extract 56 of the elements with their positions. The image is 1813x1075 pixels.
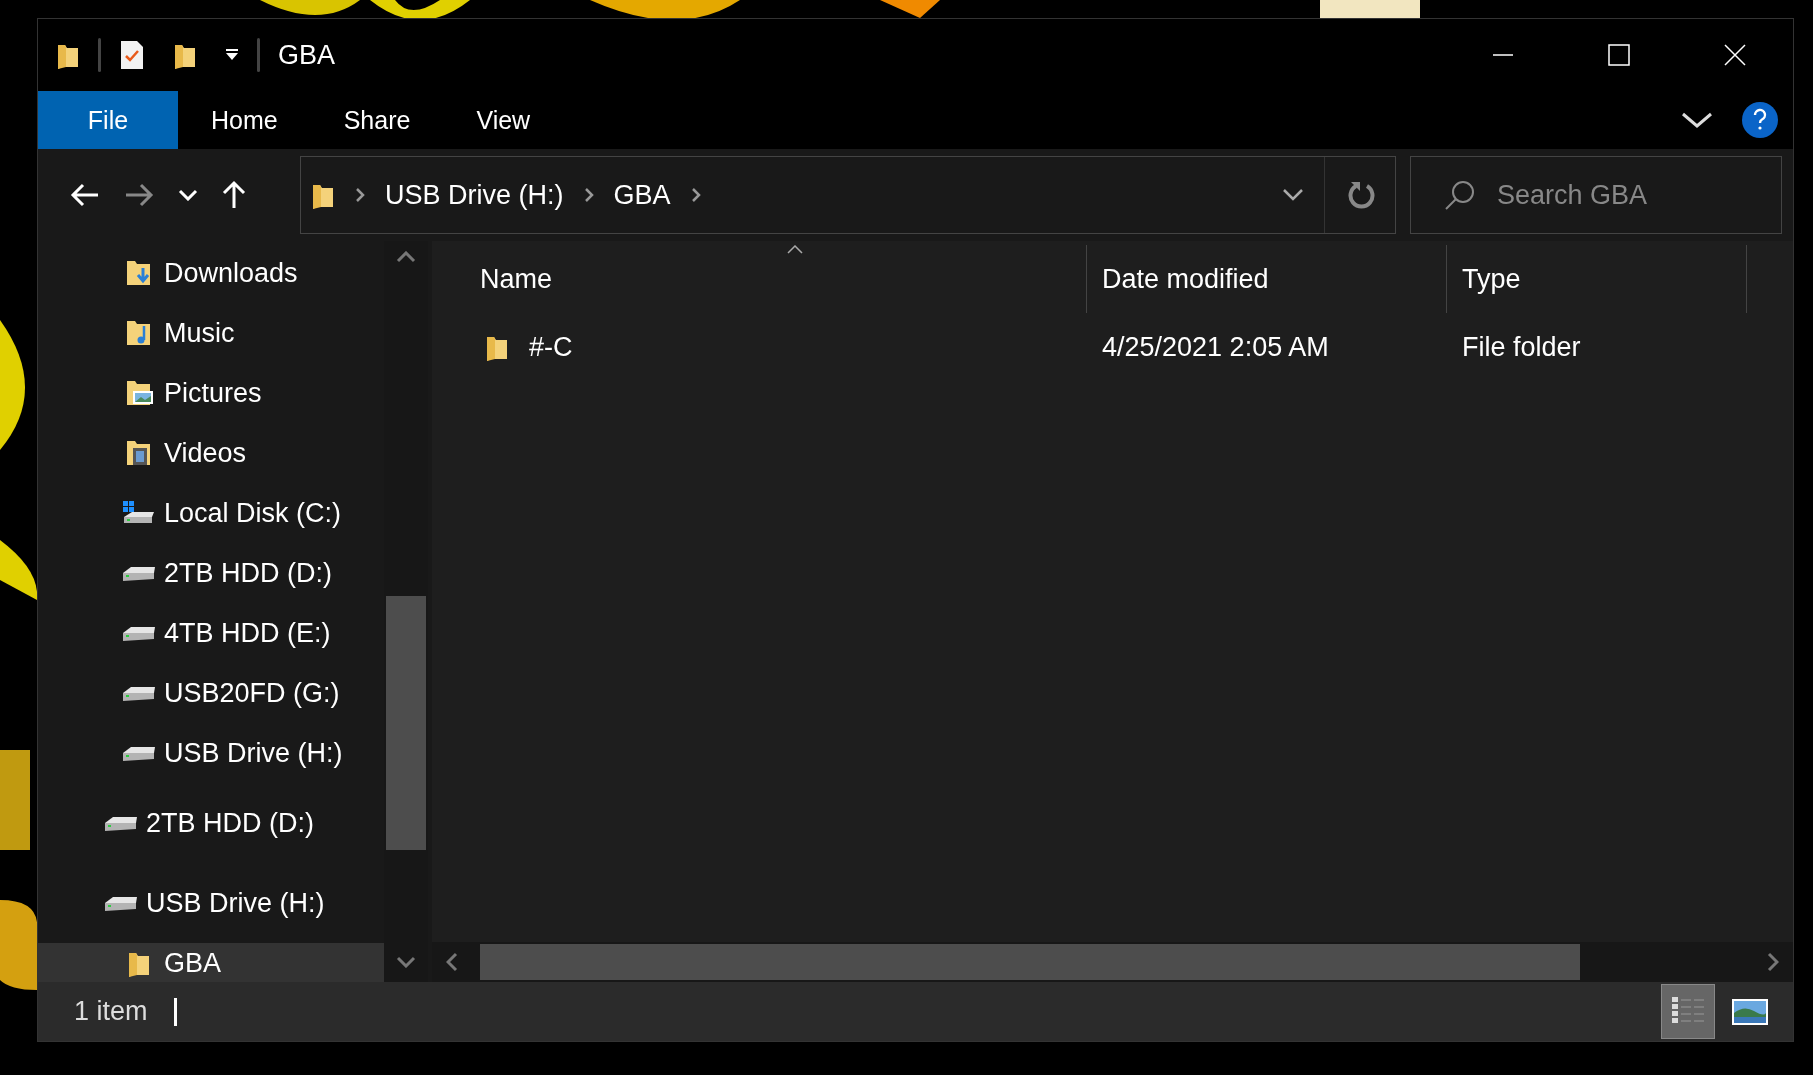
search-field[interactable]: Search GBA	[1410, 156, 1782, 234]
pictures-folder-icon	[124, 378, 154, 408]
minimize-icon	[1492, 54, 1514, 56]
scroll-right-icon[interactable]	[1767, 952, 1779, 972]
nav-item[interactable]: Downloads	[38, 243, 384, 303]
file-row[interactable]: #-C 4/25/2021 2:05 AM File folder	[432, 321, 1793, 373]
ribbon-tab[interactable]: View	[443, 91, 564, 149]
properties-icon[interactable]	[119, 40, 145, 70]
date-modified: 4/25/2021 2:05 AM	[1102, 331, 1329, 363]
sort-caret-icon	[787, 245, 803, 254]
file-name: #-C	[529, 331, 573, 363]
file-type: File folder	[1462, 331, 1581, 363]
nav-item[interactable]: Local Disk (C:)	[38, 483, 384, 543]
column-header[interactable]: Type	[1447, 245, 1747, 313]
ribbon-tab[interactable]: Share	[310, 91, 444, 149]
scroll-down-icon[interactable]	[396, 956, 416, 968]
nav-item[interactable]: USB Drive (H:)	[38, 863, 384, 943]
ribbon-tab[interactable]: Home	[178, 91, 311, 149]
file-menu-tab[interactable]: File	[38, 91, 178, 149]
horizontal-scrollbar[interactable]	[432, 942, 1793, 982]
nav-item[interactable]: 4TB HDD (E:)	[38, 603, 384, 663]
maximize-icon	[1608, 44, 1630, 66]
close-icon	[1724, 44, 1746, 66]
back-arrow-icon[interactable]	[70, 183, 100, 207]
chevron-right-icon[interactable]	[690, 187, 701, 203]
nav-item[interactable]: USB Drive (H:)	[38, 723, 384, 783]
item-count: 1 item	[73, 996, 148, 1027]
breadcrumb-link[interactable]: USB Drive (H:)	[385, 179, 564, 211]
nav-item[interactable]: 2TB HDD (D:)	[38, 783, 384, 863]
chevron-right-icon[interactable]	[355, 187, 365, 203]
scroll-up-icon[interactable]	[396, 251, 416, 263]
scrollbar-thumb[interactable]	[386, 596, 426, 850]
column-header[interactable]: Name	[432, 245, 1087, 313]
chevron-right-icon[interactable]	[583, 187, 594, 203]
nav-item[interactable]: Videos	[38, 423, 384, 483]
address-bar[interactable]: USB Drive (H:) GBA	[300, 156, 1396, 234]
landscape-picture-icon	[1731, 997, 1769, 1026]
scrollbar-thumb[interactable]	[480, 944, 1580, 980]
forward-arrow-icon[interactable]	[124, 183, 154, 207]
nav-item[interactable]: Music	[38, 303, 384, 363]
system-drive-icon	[122, 500, 156, 526]
window-title: GBA	[278, 39, 336, 71]
search-icon	[1444, 179, 1476, 211]
help-icon[interactable]	[1741, 101, 1779, 139]
nav-item[interactable]: 2TB HDD (D:)	[38, 543, 384, 603]
nav-item[interactable]: USB20FD (G:)	[38, 663, 384, 723]
chevron-down-icon[interactable]	[1282, 188, 1304, 202]
up-arrow-icon[interactable]	[222, 180, 246, 210]
dropdown-icon[interactable]	[225, 49, 239, 61]
nav-item[interactable]: Pictures	[38, 363, 384, 423]
scroll-left-icon[interactable]	[446, 952, 458, 972]
details-view-button[interactable]	[1661, 984, 1715, 1039]
nav-item[interactable]: GBA	[38, 943, 384, 982]
column-header[interactable]: Date modified	[1087, 245, 1447, 313]
expand-ribbon-icon[interactable]	[1681, 111, 1713, 129]
breadcrumb-link[interactable]: GBA	[613, 179, 671, 211]
